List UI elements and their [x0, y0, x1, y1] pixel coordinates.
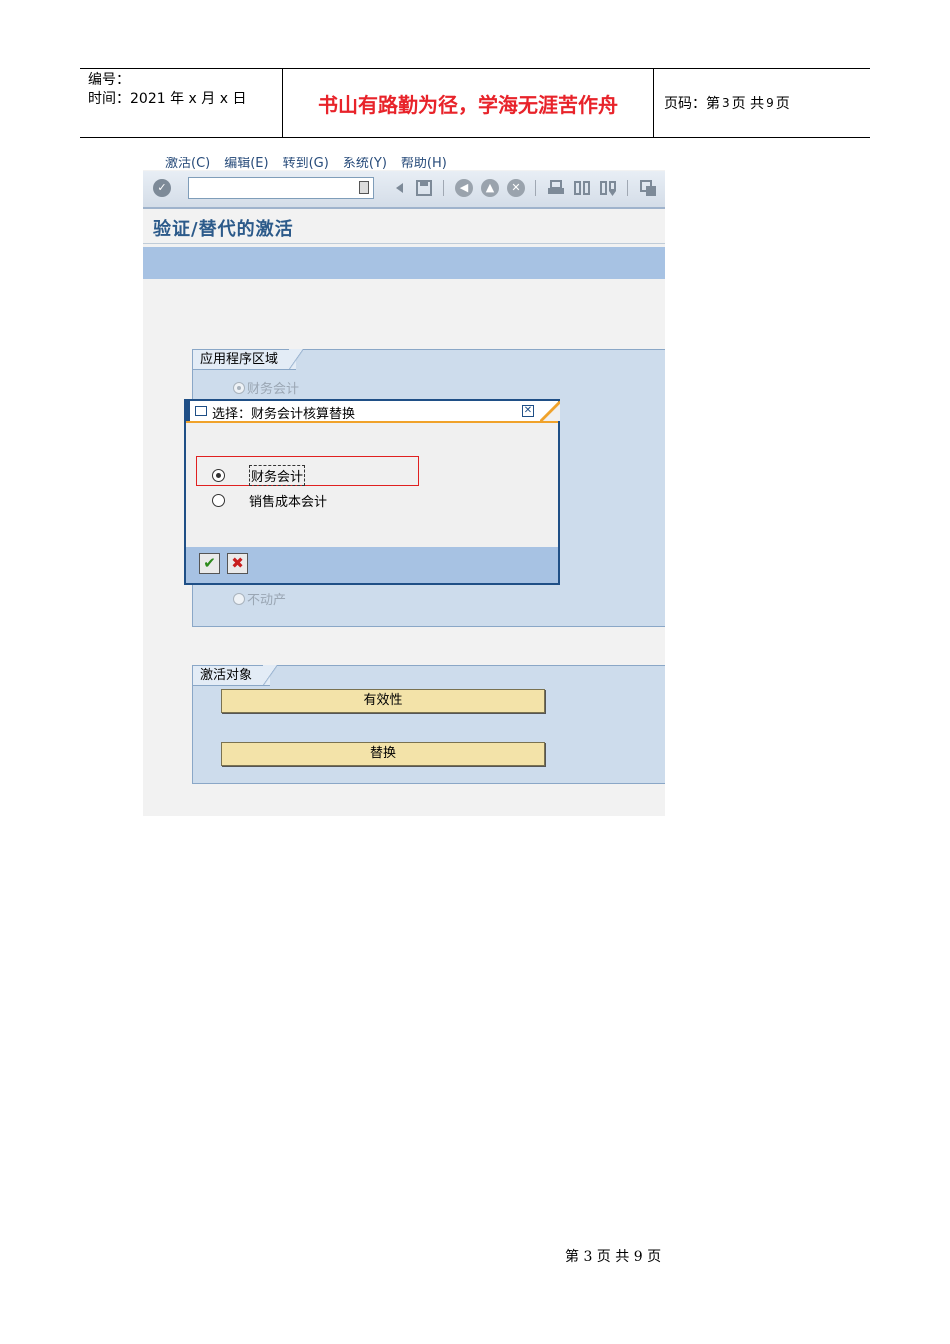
find-icon[interactable] [573, 179, 591, 197]
toolbar-separator [443, 180, 444, 196]
footer-page-number: 第 3 页 共 9 页 [565, 1249, 662, 1265]
header-info-cell: 编号： 时间：2021 年 x 月 x 日 [80, 69, 282, 137]
radio-financial-accounting-bg[interactable]: 财务会计 [233, 378, 299, 397]
radio-selected-icon [233, 381, 245, 394]
command-history-icon[interactable] [359, 181, 369, 194]
new-session-icon[interactable] [639, 179, 657, 197]
dialog-footer: ✔ ✖ [186, 547, 558, 583]
print-icon[interactable] [547, 179, 565, 197]
command-input[interactable] [189, 178, 353, 198]
menu-bar: 激活(C) 编辑(E) 转到(G) 系统(Y) 帮助(H) [143, 157, 665, 170]
title-divider [143, 243, 665, 244]
dialog-window-icon [195, 406, 207, 416]
activation-object-group: 激活对象 有效性 替换 [192, 665, 665, 784]
menu-goto[interactable]: 转到(G) [283, 157, 329, 170]
substitution-button[interactable]: 替换 [221, 742, 545, 766]
page-mid: 页 共 [731, 96, 765, 112]
option-cost-of-sales-accounting[interactable]: 销售成本会计 [212, 491, 327, 510]
header-page-number: 页码：第 3 页 共 9 页 [654, 69, 870, 137]
radio-selected-icon [212, 469, 225, 482]
option-label: 财务会计 [249, 465, 306, 486]
radio-icon [233, 592, 245, 605]
menu-system[interactable]: 系统(Y) [343, 157, 387, 170]
application-area-label: 应用程序区域 [192, 349, 304, 370]
time-label: 时间：2021 年 x 月 x 日 [88, 91, 247, 107]
back-icon[interactable] [391, 179, 409, 197]
radio-label: 财务会计 [247, 382, 300, 397]
page-total: 9 [766, 96, 774, 110]
menu-help[interactable]: 帮助(H) [401, 157, 447, 170]
standard-toolbar: ✓ ◀ ▲ ✕ [143, 171, 665, 209]
close-icon[interactable]: ✕ [522, 405, 534, 417]
activation-object-label: 激活对象 [192, 665, 278, 686]
back-arrow-icon[interactable]: ◀ [455, 179, 473, 197]
radio-icon [212, 494, 225, 507]
page-current: 3 [722, 96, 730, 110]
document-header: 编号： 时间：2021 年 x 月 x 日 书山有路勤为径，学海无涯苦作舟 页码… [80, 68, 870, 138]
menu-activate[interactable]: 激活(C) [165, 157, 210, 170]
dialog-title-bar: 选择：财务会计核算替换 ✕ [186, 401, 560, 423]
dialog-title: 选择：财务会计核算替换 [212, 407, 356, 422]
number-label: 编号： [88, 72, 130, 88]
screen-title: 验证/替代的激活 [153, 219, 294, 240]
enter-icon[interactable]: ✓ [153, 179, 171, 197]
option-financial-accounting[interactable]: 财务会计 [212, 465, 306, 486]
dialog-title-corner [540, 401, 560, 421]
toolbar-separator [535, 180, 536, 196]
exit-icon[interactable]: ▲ [481, 179, 499, 197]
validation-button[interactable]: 有效性 [221, 689, 545, 713]
application-toolbar [143, 247, 665, 279]
confirm-button[interactable]: ✔ [199, 553, 220, 574]
page-prefix: 页码：第 [664, 96, 720, 112]
menu-edit[interactable]: 编辑(E) [224, 157, 268, 170]
option-label: 销售成本会计 [249, 495, 328, 510]
save-icon[interactable] [415, 179, 433, 197]
page-suffix: 页 [775, 96, 790, 112]
find-next-icon[interactable] [599, 179, 617, 197]
toolbar-separator [627, 180, 628, 196]
selection-dialog: 选择：财务会计核算替换 ✕ 财务会计 销售成本会计 ✔ ✖ [184, 399, 560, 585]
cancel-button[interactable]: ✖ [227, 553, 248, 574]
radio-real-estate[interactable]: 不动产 [233, 589, 286, 608]
command-field[interactable] [188, 177, 374, 199]
radio-label: 不动产 [247, 593, 287, 608]
motto: 书山有路勤为径，学海无涯苦作舟 [282, 69, 654, 137]
cancel-icon[interactable]: ✕ [507, 179, 525, 197]
dialog-accent-bar [186, 401, 190, 421]
